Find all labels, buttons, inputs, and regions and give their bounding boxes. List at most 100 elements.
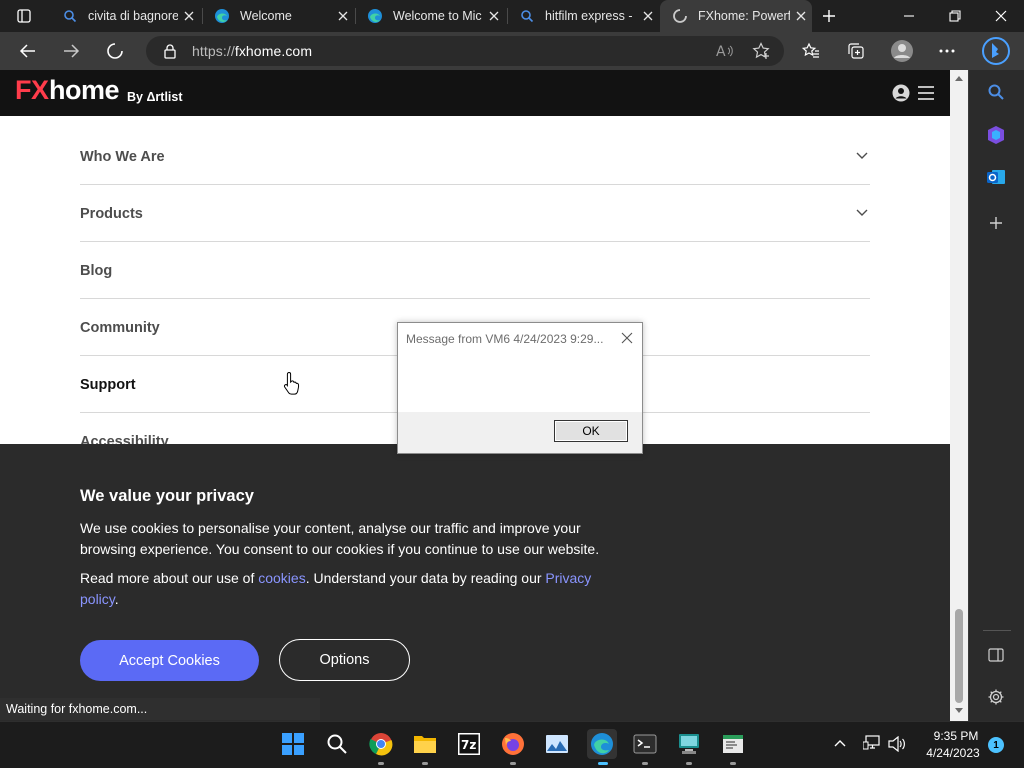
read-aloud-icon[interactable]: A <box>716 43 734 59</box>
close-icon[interactable] <box>620 331 634 345</box>
cookie-options-button[interactable]: Options <box>279 639 410 681</box>
loading-spinner-icon <box>107 43 123 59</box>
tab-close-icon[interactable] <box>483 11 505 21</box>
site-logo-fx[interactable]: FX <box>15 75 49 106</box>
taskbar-7zip[interactable]: 7z <box>455 730 483 758</box>
close-window-button[interactable] <box>978 0 1024 32</box>
sidebar-outlook-button[interactable] <box>982 163 1010 191</box>
taskbar-virtual-machine[interactable] <box>675 730 703 758</box>
menu-item-label: Products <box>80 206 143 222</box>
document-app-icon <box>723 735 743 753</box>
edge-sidebar <box>968 70 1024 721</box>
svg-text:A: A <box>716 44 726 59</box>
minimize-icon <box>904 15 914 17</box>
tab-actions-button[interactable] <box>2 0 46 32</box>
svg-text:7z: 7z <box>461 738 476 752</box>
accept-cookies-button[interactable]: Accept Cookies <box>80 640 259 681</box>
edge-icon <box>367 8 383 24</box>
add-favorite-icon[interactable] <box>752 42 770 60</box>
sidebar-settings-button[interactable] <box>982 683 1010 711</box>
cookies-link[interactable]: cookies <box>258 570 305 586</box>
tab-civita[interactable]: civita di bagnore <box>50 0 200 32</box>
scroll-down-icon[interactable] <box>955 708 963 714</box>
menu-item-products[interactable]: Products <box>80 185 870 242</box>
favorites-button[interactable] <box>795 36 827 66</box>
settings-more-button[interactable] <box>931 36 963 66</box>
windows-logo-icon <box>282 733 304 755</box>
tab-title: Welcome to Mic <box>393 9 482 23</box>
tab-welcome-microsoft[interactable]: Welcome to Mic <box>355 0 505 32</box>
taskbar-search-button[interactable] <box>323 730 351 758</box>
hand-cursor-icon <box>283 371 300 395</box>
account-icon[interactable] <box>892 84 910 102</box>
scroll-up-icon[interactable] <box>955 75 963 81</box>
address-bar[interactable]: https://fxhome.com A <box>146 36 784 66</box>
tab-close-icon[interactable] <box>637 11 659 21</box>
clock-date[interactable]: 4/24/2023 <box>918 746 988 760</box>
taskbar: 7z 9:35 PM 4/24/2023 1 <box>0 721 1024 768</box>
page-scrollbar[interactable] <box>950 70 968 721</box>
edge-icon <box>214 8 230 24</box>
cookie-text-middle: . Understand your data by reading our <box>305 570 546 586</box>
menu-item-who-we-are[interactable]: Who We Are <box>80 128 870 185</box>
tab-close-icon[interactable] <box>178 11 200 21</box>
scrollbar-thumb[interactable] <box>955 609 963 703</box>
minimize-button[interactable] <box>886 0 932 32</box>
notification-badge[interactable]: 1 <box>988 737 1004 753</box>
menu-item-blog[interactable]: Blog <box>80 242 870 299</box>
taskbar-file-explorer[interactable] <box>411 730 439 758</box>
hamburger-menu-icon[interactable] <box>917 85 935 101</box>
sidebar-office-button[interactable] <box>982 121 1010 149</box>
chevron-up-icon[interactable] <box>834 739 846 747</box>
start-button[interactable] <box>279 730 307 758</box>
lock-icon[interactable] <box>163 43 177 59</box>
cookie-banner-text: We use cookies to personalise your conte… <box>80 520 600 557</box>
restore-button[interactable] <box>932 0 978 32</box>
back-button[interactable] <box>12 36 44 66</box>
site-logo-byline: By Δrtlist <box>127 90 183 104</box>
office-icon <box>988 126 1004 144</box>
taskbar-edge[interactable] <box>587 729 617 759</box>
tab-title: FXhome: Powerf <box>698 9 790 23</box>
tab-close-icon[interactable] <box>332 11 354 21</box>
monitor-icon <box>679 734 699 754</box>
cookie-banner-links-text: Read more about our use of cookies. Unde… <box>80 568 610 610</box>
taskbar-photos[interactable] <box>543 730 571 758</box>
avatar-icon <box>891 40 913 62</box>
clock-time[interactable]: 9:35 PM <box>925 729 987 743</box>
tab-fxhome[interactable]: FXhome: Powerf <box>660 0 812 32</box>
search-icon <box>327 734 347 754</box>
site-logo-home[interactable]: home <box>49 75 120 106</box>
taskbar-firefox[interactable] <box>499 730 527 758</box>
forward-button[interactable] <box>55 36 87 66</box>
tab-hitfilm[interactable]: hitfilm express - <box>507 0 659 32</box>
terminal-icon <box>633 734 657 754</box>
new-tab-button[interactable] <box>810 0 848 32</box>
message-dialog: Message from VM6 4/24/2023 9:29... OK <box>397 322 643 454</box>
collections-button[interactable] <box>840 36 872 66</box>
url-text: https://fxhome.com <box>192 43 312 59</box>
bing-chat-button[interactable] <box>980 34 1012 68</box>
network-icon[interactable] <box>863 735 881 751</box>
plus-icon <box>990 217 1002 229</box>
taskbar-terminal[interactable] <box>631 730 659 758</box>
arrow-right-icon <box>64 44 80 58</box>
taskbar-app[interactable] <box>719 730 747 758</box>
volume-icon[interactable] <box>888 736 906 752</box>
status-bar: Waiting for fxhome.com... <box>0 698 320 720</box>
image-viewer-icon <box>546 735 568 753</box>
tab-title: civita di bagnore <box>88 9 178 23</box>
edge-icon <box>591 733 613 755</box>
stop-loading-button[interactable] <box>99 36 131 66</box>
taskbar-chrome[interactable] <box>367 730 395 758</box>
plus-icon <box>823 10 835 22</box>
sidebar-add-button[interactable] <box>982 209 1010 237</box>
tab-close-icon[interactable] <box>790 11 812 21</box>
search-icon <box>519 8 535 24</box>
sidebar-hide-button[interactable] <box>982 641 1010 669</box>
tab-welcome[interactable]: Welcome <box>202 0 354 32</box>
sidebar-search-button[interactable] <box>982 78 1010 106</box>
firefox-icon <box>502 733 524 755</box>
ok-button[interactable]: OK <box>554 420 628 442</box>
profile-button[interactable] <box>886 36 918 66</box>
